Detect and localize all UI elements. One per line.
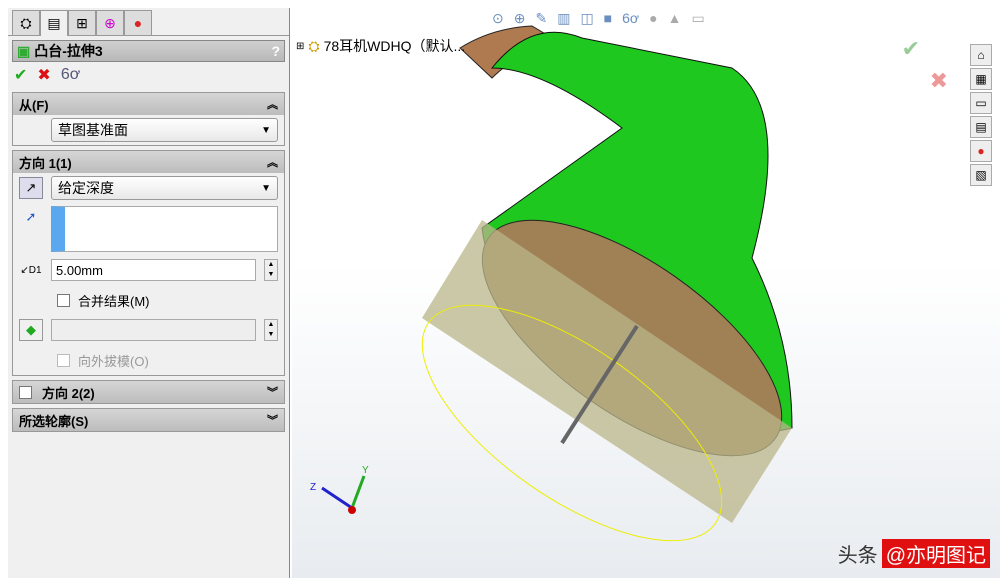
feature-tree-icon: ⛭: [20, 15, 31, 32]
target-icon: ⊕: [104, 15, 116, 32]
confirm-ok-icon[interactable]: ✔: [902, 36, 920, 62]
direction-arrow-icon: ➚: [19, 206, 43, 228]
draft-angle-input[interactable]: [51, 319, 256, 341]
color-wheel-icon: ●: [134, 15, 142, 31]
depth-input[interactable]: 5.00mm: [51, 259, 256, 281]
part-name: 78耳机WDHQ（默认...: [324, 36, 466, 56]
dimxpert-tab[interactable]: ⊕: [96, 10, 124, 36]
model-graphics: ZY: [292, 8, 1000, 578]
custom-properties-icon[interactable]: ▧: [970, 164, 992, 186]
from-value: 草图基准面: [58, 120, 128, 140]
action-bar: ✔ ✖ 6ơ: [8, 62, 289, 88]
watermark: 头条@亦明图记: [838, 539, 990, 568]
scene-icon[interactable]: ▲: [668, 10, 682, 27]
display-style-icon[interactable]: ■: [604, 10, 612, 27]
cancel-button[interactable]: ✖: [37, 65, 50, 85]
watermark-prefix: 头条: [838, 539, 878, 568]
collapse-icon[interactable]: ︽: [267, 154, 278, 170]
ok-button[interactable]: ✔: [14, 65, 27, 85]
selected-contours-section: 所选轮廓(S) ︾: [12, 408, 285, 432]
merge-result-checkbox[interactable]: [57, 294, 70, 307]
direction2-header-label: 方向 2(2): [42, 383, 95, 402]
graphics-viewport[interactable]: ZY ⊙⊕✎▥◫■6ơ●▲▭ ⊞⛭78耳机WDHQ（默认... ✔ ✖ ⌂▦▭▤…: [292, 8, 1000, 578]
configuration-manager-tab[interactable]: ⊞: [68, 10, 96, 36]
feature-tree-root[interactable]: ⊞ ⛭ 78耳机WDHQ（默认...: [296, 36, 465, 56]
draft-outward-label: 向外拔模(O): [78, 351, 149, 370]
direction2-checkbox[interactable]: [19, 386, 32, 399]
view-palette-icon[interactable]: ▤: [970, 116, 992, 138]
extrude-icon: ▣: [17, 43, 30, 60]
property-manager-tab[interactable]: ▤: [40, 10, 68, 36]
direction1-header-label: 方向 1(1): [19, 153, 72, 172]
folder-icon[interactable]: ▭: [970, 92, 992, 114]
appearances-icon[interactable]: ●: [970, 140, 992, 162]
from-section: 从(F) ︽ 草图基准面 ▼: [12, 92, 285, 146]
view-settings-icon[interactable]: ▭: [691, 10, 704, 27]
section-view-icon[interactable]: ▥: [557, 10, 570, 27]
draft-spinner[interactable]: ▲▼: [264, 319, 278, 341]
preview-glasses-icon[interactable]: 6ơ: [61, 66, 80, 84]
zoom-area-icon[interactable]: ⊕: [514, 10, 526, 27]
design-library-icon[interactable]: ▦: [970, 68, 992, 90]
merge-result-label: 合并结果(M): [78, 291, 150, 310]
draft-button[interactable]: ◆: [19, 319, 43, 341]
property-manager: ⛭ ▤ ⊞ ⊕ ● ▣ 凸台-拉伸3 ? ✔ ✖ 6ơ 从(F) ︽ 草图基准面 ▼…: [8, 8, 290, 578]
feature-title-bar: ▣ 凸台-拉伸3 ?: [12, 40, 285, 62]
triad-icon: ZY: [310, 465, 369, 514]
previous-view-icon[interactable]: ✎: [535, 10, 547, 27]
end-condition-select[interactable]: 给定深度 ▼: [51, 176, 278, 200]
expand-icon[interactable]: ⊞: [296, 41, 304, 52]
view-orientation-icon[interactable]: ◫: [580, 10, 593, 27]
direction-vector-field[interactable]: [51, 206, 278, 252]
depth-value: 5.00mm: [56, 263, 103, 278]
collapse-icon[interactable]: ︽: [267, 96, 278, 112]
from-section-header[interactable]: 从(F) ︽: [13, 93, 284, 115]
view-toolbar: ⊙ ⊕ ✎ ▥ ◫ ■ 6ơ ● ▲ ▭: [492, 10, 705, 27]
configuration-icon: ⊞: [76, 15, 88, 32]
selected-contours-header[interactable]: 所选轮廓(S) ︾: [13, 409, 284, 431]
depth-spinner[interactable]: ▲▼: [264, 259, 278, 281]
direction2-section: 方向 2(2) ︾: [12, 380, 285, 404]
dropdown-arrow-icon: ▼: [261, 183, 271, 194]
feature-manager-tab[interactable]: ⛭: [12, 10, 40, 36]
expand-icon[interactable]: ︾: [267, 384, 278, 400]
part-icon: ⛭: [308, 38, 319, 55]
confirm-cancel-icon[interactable]: ✖: [930, 68, 948, 94]
display-manager-tab[interactable]: ●: [124, 10, 152, 36]
from-header-label: 从(F): [19, 95, 49, 114]
reverse-direction-button[interactable]: ↗: [19, 177, 43, 199]
feature-title: 凸台-拉伸3: [34, 41, 102, 61]
selected-contours-label: 所选轮廓(S): [19, 411, 88, 430]
task-pane-tabs: ⌂▦▭▤●▧: [970, 44, 992, 186]
depth-icon: ↙D1: [19, 259, 43, 281]
property-icon: ▤: [47, 15, 60, 32]
help-button[interactable]: ?: [271, 43, 280, 59]
direction1-header[interactable]: 方向 1(1) ︽: [13, 151, 284, 173]
watermark-handle: @亦明图记: [882, 539, 990, 568]
direction1-section: 方向 1(1) ︽ ↗ 给定深度 ▼ ➚ ↙D1 5.00mm ▲▼ 合并结果(M) ◆ ▲…: [12, 150, 285, 376]
zoom-fit-icon[interactable]: ⊙: [492, 10, 504, 27]
svg-text:Y: Y: [362, 465, 369, 476]
dropdown-arrow-icon: ▼: [261, 125, 271, 136]
svg-text:Z: Z: [310, 482, 316, 493]
from-select[interactable]: 草图基准面 ▼: [51, 118, 278, 142]
expand-icon[interactable]: ︾: [267, 412, 278, 428]
manager-tabs: ⛭ ▤ ⊞ ⊕ ●: [8, 8, 289, 36]
draft-outward-checkbox[interactable]: [57, 354, 70, 367]
direction2-header[interactable]: 方向 2(2) ︾: [13, 381, 284, 403]
hide-show-icon[interactable]: 6ơ: [622, 10, 639, 27]
end-condition-value: 给定深度: [58, 178, 114, 198]
home-icon[interactable]: ⌂: [970, 44, 992, 66]
appearance-icon[interactable]: ●: [649, 10, 657, 27]
